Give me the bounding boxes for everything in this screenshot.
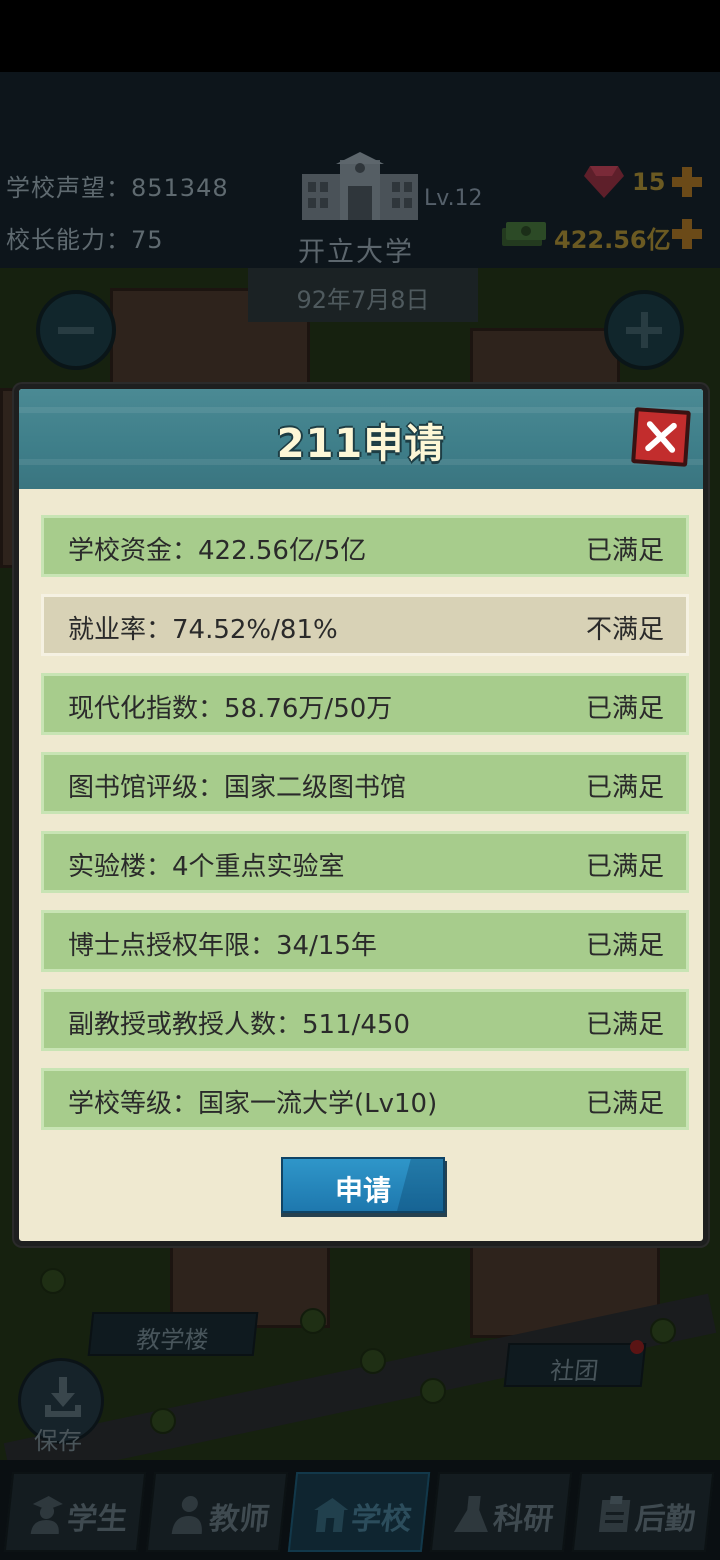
requirement-status: 已满足 xyxy=(585,852,664,882)
tab-teacher-label: 教师 xyxy=(207,1502,272,1537)
club-label[interactable]: 社团 xyxy=(503,1343,647,1387)
close-icon xyxy=(645,421,677,453)
requirement-status: 已满足 xyxy=(585,694,664,724)
dialog-header: 211申请 xyxy=(19,389,703,489)
flask-icon xyxy=(453,1496,488,1532)
download-save-icon xyxy=(45,1377,81,1417)
map-tree xyxy=(150,1408,176,1434)
requirement-row-school-level: 学校等级：国家一流大学(Lv10) 已满足 xyxy=(41,1068,689,1130)
requirement-row-modernization: 现代化指数：58.76万/50万 已满足 xyxy=(41,673,689,735)
tab-student-label: 学生 xyxy=(65,1502,130,1537)
apply-button[interactable]: 申请 xyxy=(281,1157,445,1213)
map-tree xyxy=(40,1268,66,1294)
ability-label: 校长能力： xyxy=(6,226,131,254)
clipboard-icon xyxy=(598,1496,631,1532)
requirement-text: 实验楼：4个重点实验室 xyxy=(68,852,345,882)
dialog-title: 211申请 xyxy=(276,421,446,467)
requirement-status: 不满足 xyxy=(585,615,664,645)
tab-research-label: 科研 xyxy=(491,1502,556,1537)
game-date-box: 92年7月8日 xyxy=(248,268,478,322)
requirement-text: 副教授或教授人数：511/450 xyxy=(68,1010,411,1040)
requirement-status: 已满足 xyxy=(585,931,664,961)
requirement-status: 已满足 xyxy=(585,1010,664,1040)
requirement-row-professors: 副教授或教授人数：511/450 已满足 xyxy=(41,989,689,1051)
money-count: 422.56亿 xyxy=(554,226,671,254)
requirement-status: 已满足 xyxy=(585,773,664,803)
application-dialog: 211申请 学校资金：422.56亿/5亿 已满足 就业率：74.52%/81%… xyxy=(14,384,708,1246)
tab-school[interactable]: 学校 xyxy=(287,1472,431,1552)
school-level: Lv.12 xyxy=(424,186,483,211)
close-button[interactable] xyxy=(631,407,691,467)
map-tree xyxy=(420,1378,446,1404)
ability-value: 75 xyxy=(131,226,164,254)
requirement-text: 现代化指数：58.76万/50万 xyxy=(68,694,393,724)
save-label: 保存 xyxy=(34,1427,82,1455)
teaching-building-label[interactable]: 教学楼 xyxy=(87,1312,259,1356)
tab-student[interactable]: 学生 xyxy=(3,1472,147,1552)
add-money-plus-icon[interactable] xyxy=(670,217,704,251)
requirement-row-lab: 实验楼：4个重点实验室 已满足 xyxy=(41,831,689,893)
requirement-row-funds: 学校资金：422.56亿/5亿 已满足 xyxy=(41,515,689,577)
tab-research[interactable]: 科研 xyxy=(429,1472,573,1552)
top-header: 学校声望：851348 校长能力：75 Lv.12 开立大学 15 422.56… xyxy=(0,72,720,268)
requirement-text: 就业率：74.52%/81% xyxy=(68,615,338,645)
requirement-text: 学校资金：422.56亿/5亿 xyxy=(68,536,367,566)
requirement-status: 已满足 xyxy=(585,536,664,566)
game-date: 92年7月8日 xyxy=(296,286,430,314)
gem-icon xyxy=(584,166,624,198)
requirement-text: 图书馆评级：国家二级图书馆 xyxy=(68,773,407,803)
reputation-value: 851348 xyxy=(131,174,229,202)
apply-button-label: 申请 xyxy=(334,1174,391,1207)
tab-logistics-label: 后勤 xyxy=(633,1502,698,1537)
school-reputation: 学校声望：851348 xyxy=(6,168,229,203)
gem-count: 15 xyxy=(632,168,666,196)
teacher-icon xyxy=(171,1496,202,1534)
add-gems-plus-icon[interactable] xyxy=(670,165,704,199)
student-icon xyxy=(30,1496,63,1534)
map-tree xyxy=(300,1308,326,1334)
requirement-row-employment: 就业率：74.52%/81% 不满足 xyxy=(41,594,689,656)
requirement-text: 博士点授权年限：34/15年 xyxy=(68,931,377,961)
zoom-in-button[interactable] xyxy=(604,290,684,370)
school-name: 开立大学 xyxy=(298,237,414,268)
school-icon xyxy=(314,1498,349,1532)
map-tree xyxy=(650,1318,676,1344)
zoom-out-button[interactable] xyxy=(36,290,116,370)
requirement-row-library: 图书馆评级：国家二级图书馆 已满足 xyxy=(41,752,689,814)
reputation-label: 学校声望： xyxy=(6,174,131,202)
money-icon xyxy=(502,222,546,246)
status-bar xyxy=(0,0,720,72)
map-tree xyxy=(360,1348,386,1374)
principal-ability: 校长能力：75 xyxy=(6,220,164,255)
requirement-row-doctorate: 博士点授权年限：34/15年 已满足 xyxy=(41,910,689,972)
tab-logistics[interactable]: 后勤 xyxy=(571,1472,715,1552)
requirement-status: 已满足 xyxy=(585,1089,664,1119)
club-notification-dot xyxy=(630,1340,644,1354)
school-building-icon xyxy=(302,152,418,220)
bottom-navigation: 学生 教师 学校 科研 后勤 xyxy=(0,1460,720,1560)
tab-teacher[interactable]: 教师 xyxy=(145,1472,289,1552)
requirement-text: 学校等级：国家一流大学(Lv10) xyxy=(68,1089,438,1119)
tab-school-label: 学校 xyxy=(349,1502,414,1537)
